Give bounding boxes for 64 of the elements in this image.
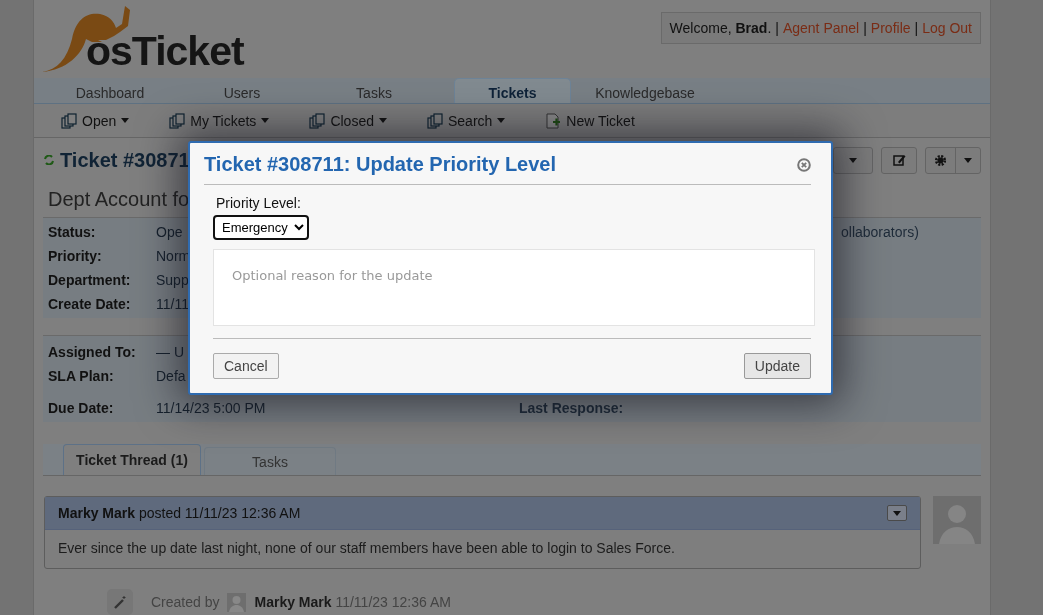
separator: | <box>863 20 867 36</box>
documents-icon <box>169 112 186 129</box>
entry-header: Marky Mark posted 11/11/23 12:36 AM <box>58 505 301 521</box>
entry-menu-button[interactable] <box>887 505 907 521</box>
ticket-subject: Dept Account fo <box>47 186 190 212</box>
field-value: Supp <box>156 271 189 288</box>
caret-icon <box>893 510 901 516</box>
field-value: Ope <box>156 223 183 240</box>
settings-icon <box>934 153 947 167</box>
settings-button[interactable] <box>925 146 981 174</box>
subnav-link[interactable]: Open <box>82 112 117 129</box>
nav-tab[interactable]: Tasks <box>308 77 440 104</box>
subnav-link[interactable]: Closed <box>330 112 374 129</box>
thread-tab[interactable]: Ticket Thread (1) <box>63 444 201 475</box>
edit-icon <box>892 154 906 167</box>
subnav-link[interactable]: Search <box>447 112 493 129</box>
logo-text: osTicket <box>86 31 244 72</box>
refresh-icon[interactable] <box>44 155 54 166</box>
caret-icon <box>849 157 857 163</box>
priority-select[interactable]: Emergency <box>213 215 309 240</box>
field-label: Assigned To: <box>47 344 137 360</box>
entry-body: Ever since the up date last night, none of our staff members have been able to login to Sales Force. <box>57 539 676 558</box>
dialog-title: Ticket #308711: Update Priority Level <box>204 153 557 176</box>
nav-tab[interactable]: Users <box>176 77 308 104</box>
field-label: Priority: <box>47 247 103 264</box>
update-button[interactable]: Update <box>743 353 811 379</box>
avatar-icon <box>227 592 247 612</box>
separator: | <box>775 20 779 36</box>
ticket-title: Ticket #30871 <box>60 148 190 172</box>
field-value: ollaborators) <box>841 222 919 240</box>
separator: | <box>914 20 919 36</box>
documents-icon <box>309 112 326 129</box>
caret-icon <box>964 157 972 163</box>
edit-button[interactable] <box>881 146 917 174</box>
field-value: — U <box>156 344 184 360</box>
subnav-link[interactable]: New Ticket <box>566 112 635 129</box>
event-text: Marky Mark 11/11/23 12:36 AM <box>254 594 451 610</box>
documents-icon <box>61 112 77 129</box>
field-value: 11/14/23 5:00 PM <box>156 400 266 416</box>
field-label: Status: <box>47 223 97 240</box>
header-link[interactable]: Agent Panel <box>782 20 860 36</box>
subnav-link[interactable]: My Tickets <box>190 112 257 129</box>
welcome-text: Welcome, Brad. <box>669 20 772 36</box>
field-label: Department: <box>47 271 132 288</box>
close-icon[interactable] <box>797 157 811 172</box>
field-label: Priority Level: <box>216 195 302 211</box>
cancel-button[interactable]: Cancel <box>213 353 279 379</box>
header-link[interactable]: Profile <box>870 20 911 36</box>
field-label: Last Response: <box>519 400 624 418</box>
field-value: 11/11 <box>156 295 189 312</box>
nav-tab[interactable]: Tickets <box>454 77 571 104</box>
document-plus-icon <box>545 112 562 129</box>
field-label: Due Date: <box>47 400 115 416</box>
dropdown-button[interactable] <box>833 146 873 174</box>
header-link[interactable]: Log Out <box>922 20 972 36</box>
field-label: Create Date: <box>47 295 132 312</box>
reason-field[interactable]: Optional reason for the update <box>213 249 815 326</box>
nav-tab[interactable]: Dashboard <box>44 77 176 104</box>
documents-icon <box>426 112 443 129</box>
field-label: SLA Plan: <box>47 368 115 384</box>
event-label: Created by <box>151 594 220 610</box>
nav-tab[interactable]: Knowledgebase <box>579 77 711 104</box>
field-value: Defa <box>156 368 186 384</box>
thread-tab[interactable]: Tasks <box>204 447 336 475</box>
